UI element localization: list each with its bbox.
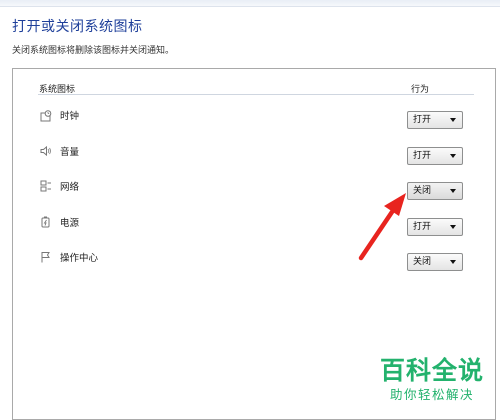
chevron-down-icon	[450, 260, 456, 264]
action-center-flag-icon	[41, 252, 50, 263]
page-title: 打开或关闭系统图标	[12, 19, 143, 35]
row-label-volume: 音量	[60, 147, 80, 158]
dropdown-volume-value: 打开	[413, 151, 432, 161]
dropdown-network[interactable]: 关闭	[407, 182, 463, 200]
watermark-main-text: 百科全说	[379, 356, 484, 385]
dropdown-power[interactable]: 打开	[407, 218, 463, 236]
dropdown-action-center-value: 关闭	[413, 257, 432, 267]
dropdown-action-center[interactable]: 关闭	[407, 253, 463, 271]
network-icon	[40, 180, 51, 192]
volume-icon	[40, 145, 51, 157]
chevron-down-icon	[450, 154, 456, 158]
dropdown-volume[interactable]: 打开	[407, 147, 463, 165]
row-label-power: 电源	[60, 218, 80, 229]
dropdown-clock-value: 打开	[413, 115, 432, 125]
power-icon	[41, 216, 50, 228]
chevron-down-icon	[450, 189, 456, 193]
window-top-strip	[0, 0, 500, 7]
chevron-down-icon	[450, 225, 456, 229]
page-subtitle: 关闭系统图标将删除该图标并关闭通知。	[12, 46, 175, 56]
dropdown-clock[interactable]: 打开	[407, 111, 463, 129]
row-label-clock: 时钟	[60, 111, 80, 122]
row-label-network: 网络	[60, 182, 80, 193]
chevron-down-icon	[450, 118, 456, 122]
watermark-sub-text: 助你轻松解决	[389, 387, 474, 402]
header-divider	[38, 94, 474, 95]
clock-icon	[40, 110, 52, 122]
watermark-logo: 百科全说 助你轻松解决	[372, 356, 492, 404]
dropdown-network-value: 关闭	[413, 186, 432, 196]
row-label-action-center: 操作中心	[60, 253, 99, 264]
dropdown-power-value: 打开	[413, 222, 432, 232]
